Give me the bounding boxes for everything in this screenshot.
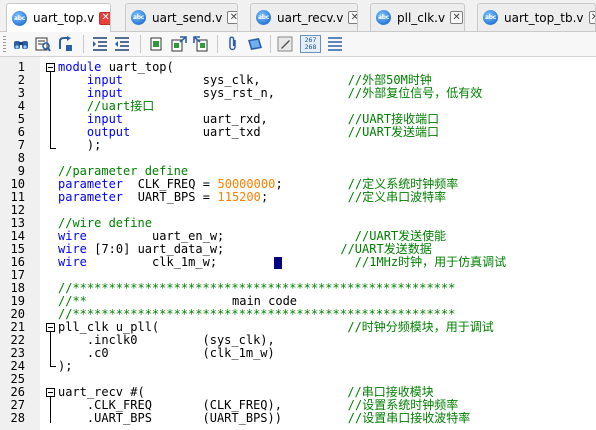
fold-toggle-icon[interactable] xyxy=(46,388,55,397)
tab-bar: abc uart_top.v ✕ abc uart_send.v ✕ abc u… xyxy=(0,0,596,32)
toolbar-separator xyxy=(83,35,84,53)
toolbar-separator xyxy=(217,35,218,53)
code-token: //外部复位信号，低有效 xyxy=(275,86,483,100)
edit-icon[interactable] xyxy=(277,36,293,52)
verilog-file-icon: abc xyxy=(131,10,146,25)
tab-pll-clk[interactable]: abc pll_clk.v ✕ xyxy=(370,3,465,31)
code-token: .UART_BPS (UART_BPS)) xyxy=(58,411,282,425)
tab-label: uart_top.v xyxy=(33,11,95,25)
code-token: //UART发送端口 xyxy=(261,125,440,139)
code-token: 115200 xyxy=(217,190,261,204)
tab-uart-top-tb[interactable]: abc uart_top_tb.v ✕ xyxy=(477,3,596,31)
bookmark-icon[interactable] xyxy=(149,36,165,52)
code-token: wire xyxy=(58,255,87,269)
tab-label: pll_clk.v xyxy=(397,10,446,25)
verilog-file-icon: abc xyxy=(12,10,27,26)
list-icon[interactable] xyxy=(327,36,343,52)
fold-toggle-icon[interactable] xyxy=(46,63,55,72)
toolbar-separator xyxy=(270,35,271,53)
bookmark-prev-icon[interactable] xyxy=(193,36,209,52)
verilog-file-icon: abc xyxy=(483,10,498,25)
tab-label: uart_send.v xyxy=(152,10,223,25)
code-token: uart_txd xyxy=(130,125,261,139)
tab-uart-send[interactable]: abc uart_send.v ✕ xyxy=(125,3,238,31)
code-token: clk_1m_w; xyxy=(87,255,218,269)
verilog-file-icon: abc xyxy=(256,10,271,25)
code-token: .c0 (clk_1m_w) xyxy=(58,346,275,360)
text-cursor xyxy=(274,257,282,269)
code-token: UART_BPS = xyxy=(123,190,218,204)
close-icon[interactable]: ✕ xyxy=(227,11,237,24)
code-line: 7 ); xyxy=(0,139,596,152)
close-icon[interactable]: ✕ xyxy=(588,11,595,24)
code-line: 16 wire clk_1m_w; //1MHz时钟，用于仿真调试 xyxy=(0,256,596,269)
code-token: ); xyxy=(58,138,102,152)
code-token: ; xyxy=(261,190,269,204)
verilog-file-icon: abc xyxy=(376,10,391,25)
code-editor[interactable]: 1 module uart_top(2 input sys_clk, //外部50… xyxy=(0,57,596,430)
code-token: //设置串口接收波特率 xyxy=(282,411,471,425)
fold-toggle-icon[interactable] xyxy=(46,323,55,332)
code-token: //1MHz时钟，用于仿真调试 xyxy=(217,255,507,269)
close-icon[interactable]: ✕ xyxy=(99,11,110,25)
code-token: parameter xyxy=(58,190,124,204)
code-line: 11 parameter UART_BPS = 115200; //定义串口波特率 xyxy=(0,191,596,204)
column-number-value: 268 xyxy=(304,43,317,51)
line-column-indicator[interactable]: 267 268 xyxy=(300,35,321,53)
indent-icon[interactable] xyxy=(92,36,108,52)
goto-icon[interactable] xyxy=(57,36,73,52)
layers-icon[interactable] xyxy=(247,36,263,52)
tab-label: uart_recv.v xyxy=(277,10,344,25)
toolbar-separator xyxy=(140,35,141,53)
attach-icon[interactable] xyxy=(225,36,241,52)
tab-uart-top[interactable]: abc uart_top.v ✕ xyxy=(6,3,111,32)
code-token: //定义串口波特率 xyxy=(268,190,447,204)
find-icon[interactable] xyxy=(35,36,51,52)
code-token: ); xyxy=(58,359,73,373)
code-line: 23 .c0 (clk_1m_w) xyxy=(0,347,596,360)
tab-uart-recv[interactable]: abc uart_recv.v ✕ xyxy=(250,3,358,31)
line-number: 28 xyxy=(10,411,25,425)
binoculars-icon[interactable] xyxy=(13,36,29,52)
code-line: 28 .UART_BPS (UART_BPS)) //设置串口接收波特率 xyxy=(0,412,596,425)
close-icon[interactable]: ✕ xyxy=(348,11,357,24)
toolbar-grip[interactable] xyxy=(3,36,6,52)
close-icon[interactable]: ✕ xyxy=(450,11,464,24)
code-line: 24); xyxy=(0,360,596,373)
outdent-icon[interactable] xyxy=(114,36,130,52)
tab-label: uart_top_tb.v xyxy=(504,10,584,25)
bookmark-next-icon[interactable] xyxy=(171,36,187,52)
editor-toolbar: 267 268 xyxy=(0,32,596,57)
